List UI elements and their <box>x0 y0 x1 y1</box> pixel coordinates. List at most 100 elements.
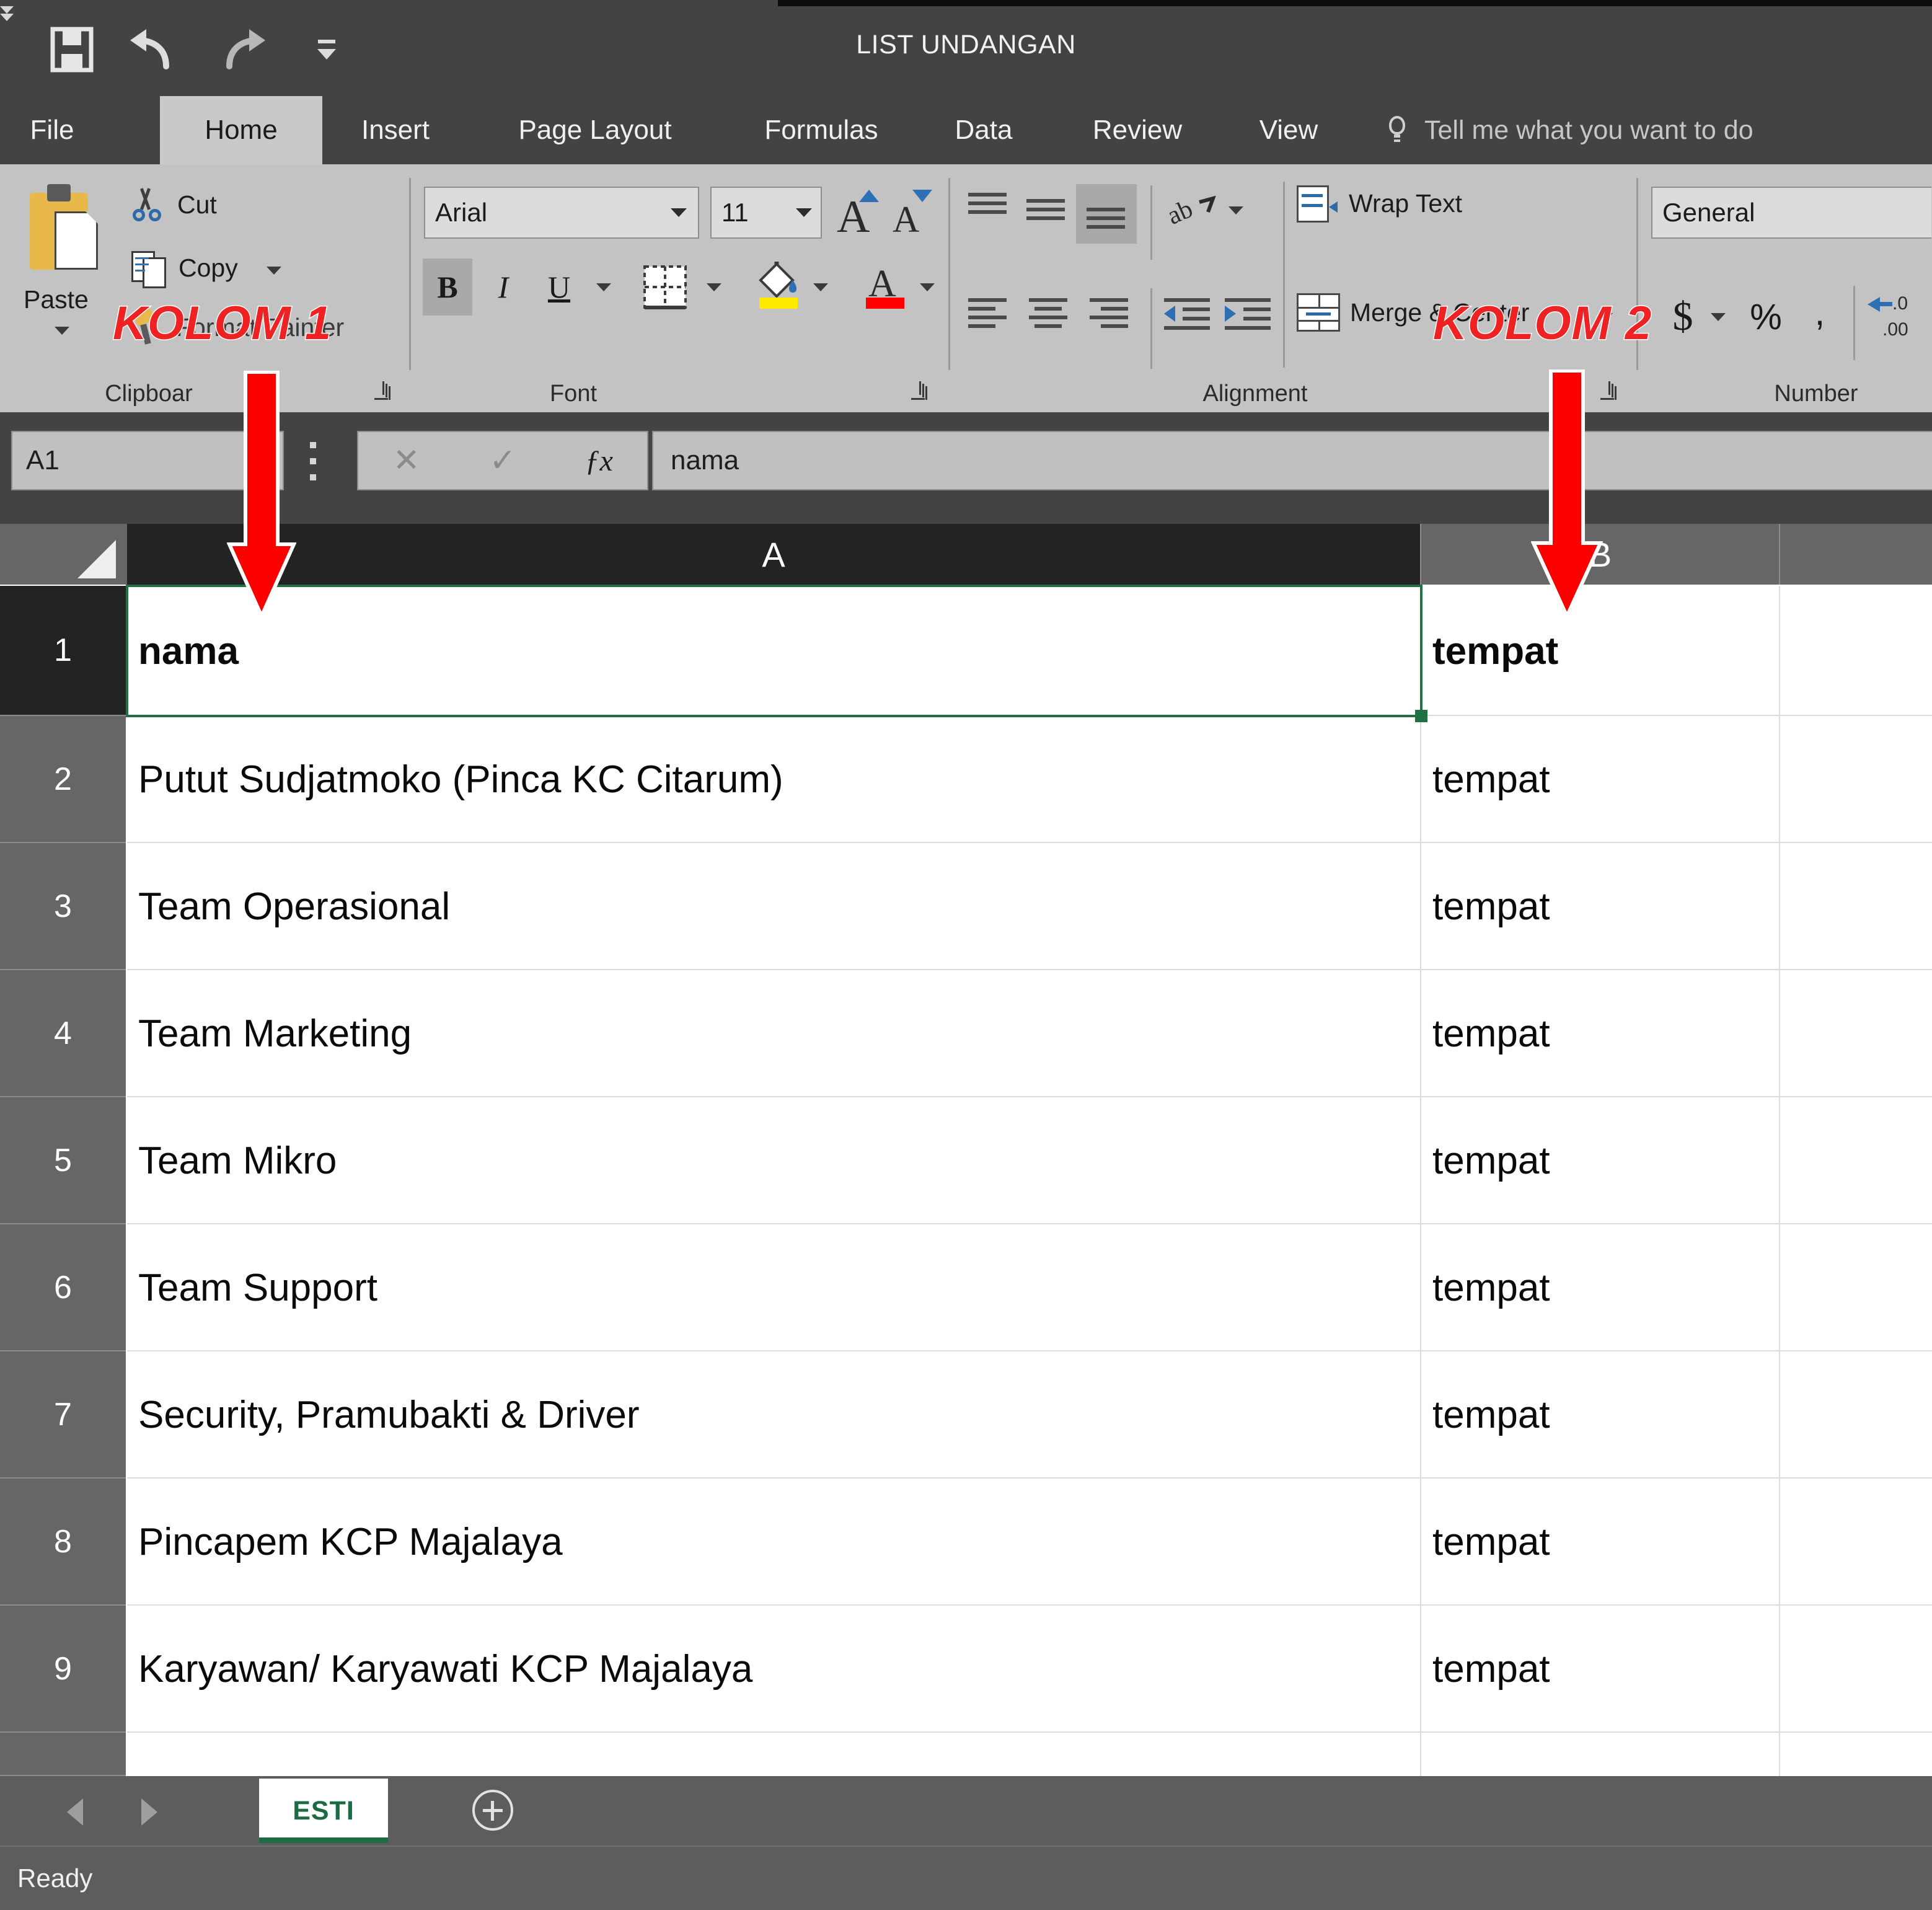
cut-label[interactable]: Cut <box>177 190 217 219</box>
row-header-9[interactable]: 9 <box>0 1606 126 1733</box>
copy-dropdown-icon[interactable] <box>267 267 281 275</box>
cell-b3[interactable]: tempat <box>1421 843 1779 970</box>
fill-color-icon[interactable] <box>751 256 807 316</box>
cancel-formula-icon[interactable]: ✕ <box>358 442 454 479</box>
fill-color-dropdown-icon[interactable] <box>813 283 828 291</box>
tab-formulas[interactable]: Formulas <box>725 96 917 164</box>
align-left-icon[interactable] <box>968 297 1008 332</box>
percent-button[interactable]: % <box>1743 288 1789 345</box>
tab-file[interactable]: File <box>12 96 92 164</box>
row-header-3[interactable]: 3 <box>0 843 126 970</box>
orientation-dropdown-icon[interactable] <box>1228 206 1243 214</box>
number-format-combo[interactable]: General <box>1651 187 1931 239</box>
number-format-value: General <box>1662 198 1755 227</box>
borders-icon[interactable] <box>638 259 692 316</box>
cell-a9[interactable]: Karyawan/ Karyawati KCP Majalaya <box>127 1606 1420 1733</box>
quick-access-toolbar: LIST UNDANGAN <box>0 6 1932 96</box>
cell-b7[interactable]: tempat <box>1421 1351 1779 1479</box>
underline-button[interactable]: U <box>534 259 584 316</box>
align-right-icon[interactable] <box>1090 297 1129 332</box>
insert-function-icon[interactable]: ƒx <box>551 444 647 478</box>
cell-b9[interactable]: tempat <box>1421 1606 1779 1733</box>
row-header-7[interactable]: 7 <box>0 1351 126 1479</box>
decrease-font-size-icon[interactable]: A <box>886 184 940 241</box>
wrap-text-label[interactable]: Wrap Text <box>1349 189 1462 218</box>
cell-b2[interactable]: tempat <box>1421 716 1779 843</box>
kolom-1-arrow-icon <box>226 370 297 621</box>
underline-dropdown-icon[interactable] <box>596 283 611 291</box>
row-header-5[interactable]: 5 <box>0 1097 126 1224</box>
font-color-icon[interactable]: A <box>858 256 914 316</box>
increase-indent-icon[interactable] <box>1225 297 1272 332</box>
merge-center-icon[interactable] <box>1297 293 1340 332</box>
name-box-resize-handle[interactable] <box>310 442 316 480</box>
tab-data[interactable]: Data <box>925 96 1043 164</box>
tab-page-layout[interactable]: Page Layout <box>471 96 719 164</box>
cell-b6[interactable]: tempat <box>1421 1224 1779 1351</box>
fill-handle[interactable] <box>1415 710 1427 722</box>
number-group-label: Number <box>1774 381 1858 407</box>
italic-button[interactable]: I <box>479 259 528 316</box>
bold-button[interactable]: B <box>423 259 472 316</box>
row-header-1[interactable]: 1 <box>0 586 126 716</box>
redo-dropdown-icon[interactable] <box>0 14 14 21</box>
align-middle-icon[interactable] <box>1026 195 1066 230</box>
cell-a2[interactable]: Putut Sudjatmoko (Pinca KC Citarum) <box>127 716 1420 843</box>
font-color-dropdown-icon[interactable] <box>920 283 935 291</box>
cell-a8[interactable]: Pincapem KCP Majalaya <box>127 1479 1420 1606</box>
increase-font-size-icon[interactable]: A <box>833 184 886 241</box>
tab-view[interactable]: View <box>1230 96 1348 164</box>
font-size-combo[interactable]: 11 <box>710 187 822 239</box>
clipboard-group-label: Clipboar <box>105 381 193 407</box>
next-sheet-icon[interactable] <box>141 1798 157 1826</box>
tab-home[interactable]: Home <box>160 96 322 164</box>
row-header-8[interactable]: 8 <box>0 1479 126 1606</box>
borders-dropdown-icon[interactable] <box>707 283 721 291</box>
copy-label[interactable]: Copy <box>179 254 238 283</box>
row-header-2[interactable]: 2 <box>0 716 126 843</box>
orientation-icon[interactable]: ab <box>1164 184 1224 244</box>
row-header-6[interactable]: 6 <box>0 1224 126 1351</box>
tell-me-search[interactable]: Tell me what you want to do <box>1387 96 1753 164</box>
align-center-icon[interactable] <box>1029 297 1069 332</box>
cell-a5[interactable]: Team Mikro <box>127 1097 1420 1224</box>
undo-dropdown-icon[interactable] <box>0 6 14 14</box>
wrap-text-icon[interactable] <box>1297 185 1338 223</box>
cell-a6[interactable]: Team Support <box>127 1224 1420 1351</box>
column-header-a[interactable]: A <box>127 524 1421 585</box>
svg-text:A: A <box>893 199 919 239</box>
clipboard-dialog-launcher-icon[interactable] <box>372 382 393 404</box>
cell-a4[interactable]: Team Marketing <box>127 970 1420 1097</box>
font-name-combo[interactable]: Arial <box>424 187 699 239</box>
cell-b8[interactable]: tempat <box>1421 1479 1779 1606</box>
formula-input[interactable]: nama <box>652 431 1932 490</box>
previous-sheet-icon[interactable] <box>67 1798 83 1826</box>
comma-button[interactable]: , <box>1801 283 1838 340</box>
currency-dropdown-icon[interactable] <box>1711 313 1726 321</box>
copy-icon[interactable] <box>131 251 170 290</box>
decrease-indent-icon[interactable] <box>1164 297 1211 332</box>
align-bottom-button[interactable] <box>1076 184 1137 244</box>
cell-b5[interactable]: tempat <box>1421 1097 1779 1224</box>
increase-decimal-icon[interactable]: .0 .00 <box>1864 286 1921 345</box>
select-all-button[interactable] <box>0 524 127 585</box>
paste-icon[interactable] <box>30 184 98 271</box>
cell-b4[interactable]: tempat <box>1421 970 1779 1097</box>
tab-insert[interactable]: Insert <box>329 96 462 164</box>
align-top-icon[interactable] <box>968 190 1008 225</box>
cut-icon[interactable] <box>129 188 165 225</box>
row-header-10[interactable] <box>0 1733 126 1776</box>
add-sheet-icon[interactable] <box>472 1790 513 1831</box>
tab-review[interactable]: Review <box>1054 96 1221 164</box>
font-dialog-launcher-icon[interactable] <box>909 382 930 404</box>
cell-a7[interactable]: Security, Pramubakti & Driver <box>127 1351 1420 1479</box>
paste-dropdown-icon[interactable] <box>55 327 69 335</box>
font-size-value: 11 <box>721 198 749 227</box>
paste-label[interactable]: Paste <box>24 285 89 314</box>
cell-a3[interactable]: Team Operasional <box>127 843 1420 970</box>
enter-formula-icon[interactable]: ✓ <box>454 442 550 479</box>
column-header-c[interactable] <box>1780 524 1932 585</box>
sheet-tab-esti[interactable]: ESTI <box>259 1779 388 1843</box>
currency-button[interactable]: $ <box>1660 288 1706 345</box>
row-header-4[interactable]: 4 <box>0 970 126 1097</box>
